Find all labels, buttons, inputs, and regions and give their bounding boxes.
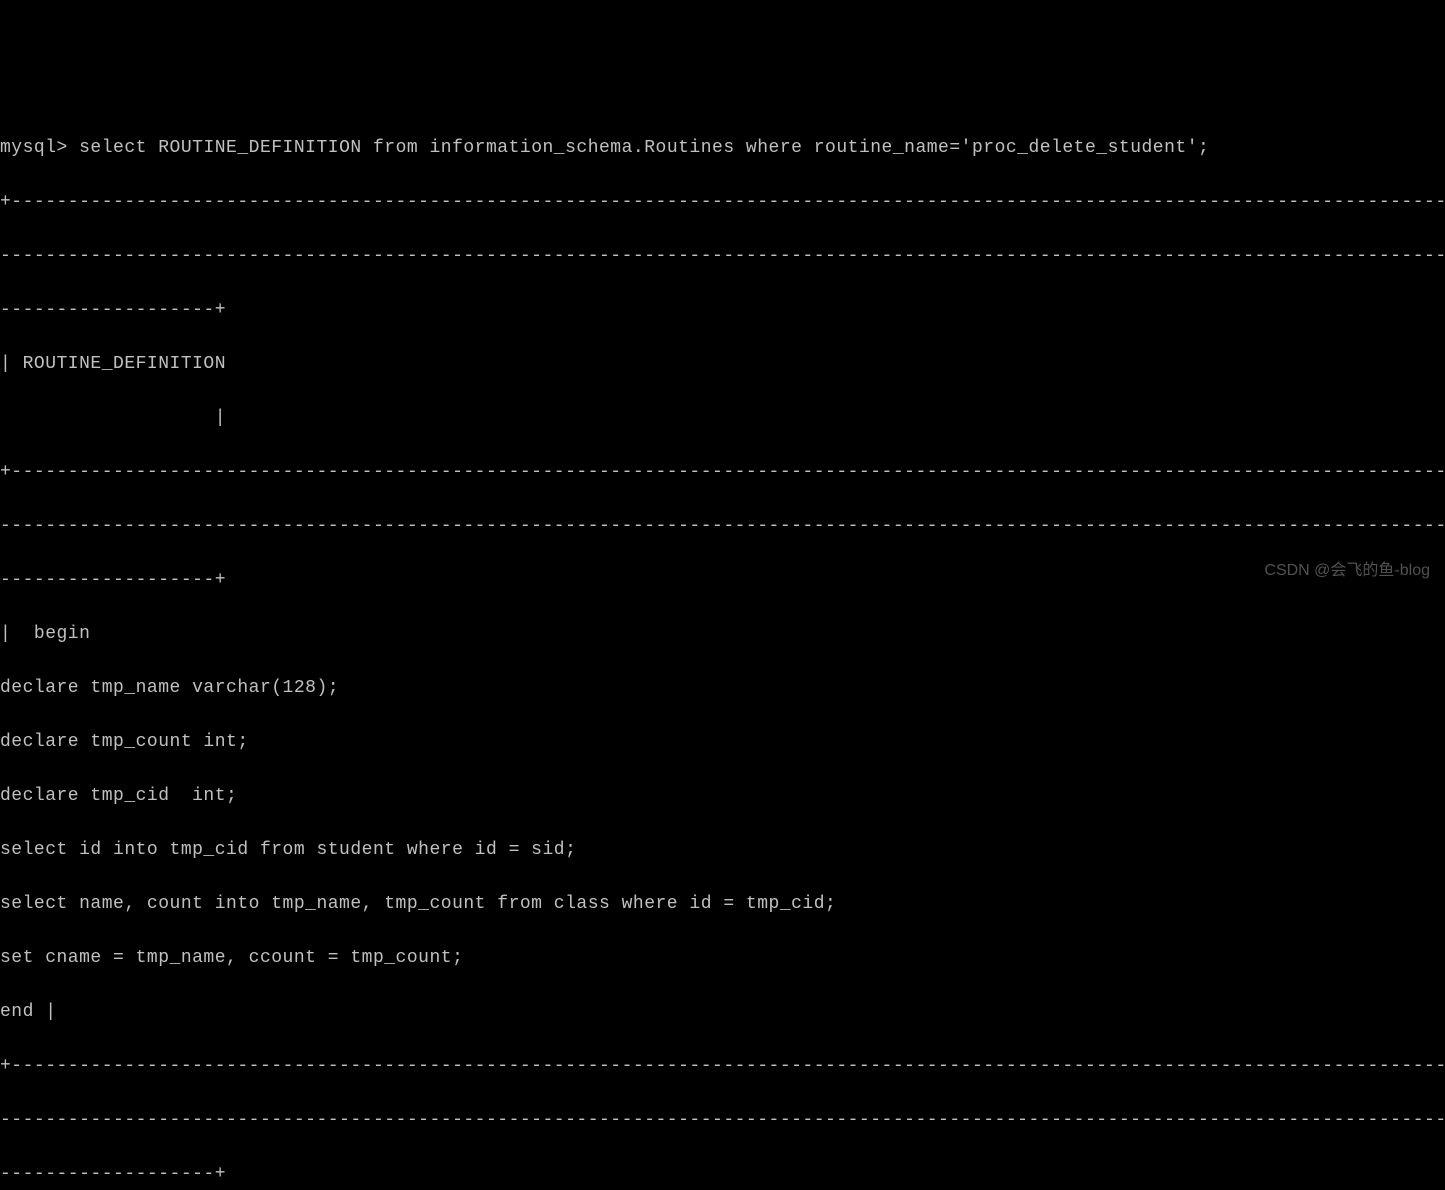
routine-line-6: set cname = tmp_name, ccount = tmp_count…	[0, 945, 1445, 972]
table-header-end: |	[0, 405, 1445, 432]
csdn-watermark: CSDN @会飞的鱼-blog	[1264, 559, 1430, 583]
routine-line-5: select name, count into tmp_name, tmp_co…	[0, 891, 1445, 918]
table-border-mid-1: +---------------------------------------…	[0, 459, 1445, 486]
routine-line-3: declare tmp_cid int;	[0, 783, 1445, 810]
table-border-top-1: +---------------------------------------…	[0, 189, 1445, 216]
table-border-top-3: -------------------+	[0, 297, 1445, 324]
sql-query: select ROUTINE_DEFINITION from informati…	[79, 138, 1209, 158]
table-border-mid-3: -------------------+	[0, 567, 1445, 594]
table-border-mid-2: ----------------------------------------…	[0, 513, 1445, 540]
mysql-terminal[interactable]: mysql> select ROUTINE_DEFINITION from in…	[0, 108, 1445, 703]
mysql-prompt: mysql>	[0, 138, 79, 158]
routine-begin: | begin	[0, 621, 1445, 648]
table-border-top-2: ----------------------------------------…	[0, 243, 1445, 270]
table-header: | ROUTINE_DEFINITION	[0, 351, 1445, 378]
table-border-bot-1: +---------------------------------------…	[0, 1053, 1445, 1080]
routine-line-2: declare tmp_count int;	[0, 729, 1445, 756]
routine-end: end |	[0, 999, 1445, 1026]
table-border-bot-3: -------------------+	[0, 1161, 1445, 1188]
prompt-line: mysql> select ROUTINE_DEFINITION from in…	[0, 135, 1445, 162]
routine-line-4: select id into tmp_cid from student wher…	[0, 837, 1445, 864]
routine-line-1: declare tmp_name varchar(128);	[0, 675, 1445, 702]
table-border-bot-2: ----------------------------------------…	[0, 1107, 1445, 1134]
